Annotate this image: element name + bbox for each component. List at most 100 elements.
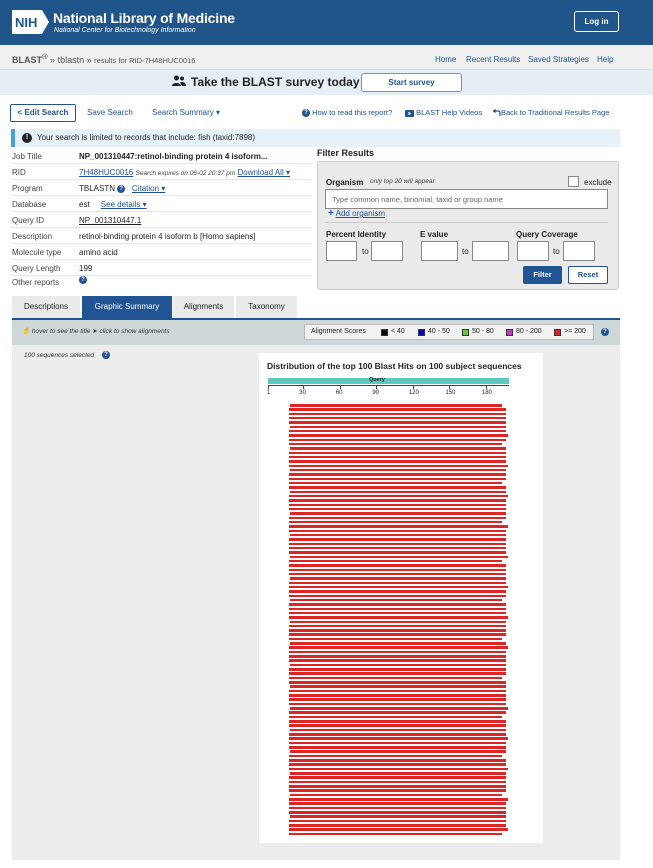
blast-hit-line[interactable] bbox=[289, 416, 506, 420]
blast-hit-line[interactable] bbox=[289, 473, 506, 476]
blast-hit-line[interactable] bbox=[289, 507, 506, 511]
blast-hit-line[interactable] bbox=[289, 798, 508, 801]
blast-hit-line[interactable] bbox=[289, 720, 506, 723]
blast-hit-line[interactable] bbox=[289, 408, 506, 411]
tab-descriptions[interactable]: Descriptions bbox=[12, 296, 80, 318]
blast-hit-line[interactable] bbox=[289, 629, 506, 632]
help-icon[interactable]: ? bbox=[601, 328, 609, 336]
blast-hit-line[interactable] bbox=[289, 451, 506, 455]
blast-hit-line[interactable] bbox=[289, 759, 506, 762]
e-value-max-input[interactable] bbox=[472, 241, 509, 261]
back-traditional-link[interactable]: Back to Traditional Results Page bbox=[492, 108, 609, 117]
blast-hit-line[interactable] bbox=[289, 819, 506, 823]
blast-hit-line[interactable] bbox=[289, 650, 506, 654]
nih-logo-icon[interactable]: NIH bbox=[12, 10, 49, 34]
blast-hit-line[interactable] bbox=[289, 559, 502, 563]
blast-hit-line[interactable] bbox=[289, 486, 506, 489]
blast-hit-line[interactable] bbox=[289, 616, 508, 619]
blast-hit-line[interactable] bbox=[290, 468, 506, 472]
blast-hit-line[interactable] bbox=[290, 512, 506, 515]
blast-hit-line[interactable] bbox=[289, 811, 506, 814]
blast-hit-line[interactable] bbox=[290, 425, 506, 429]
blast-hit-line[interactable] bbox=[289, 412, 506, 416]
filter-button[interactable]: Filter bbox=[523, 266, 562, 284]
blast-hit-line[interactable] bbox=[290, 685, 506, 688]
hit-distribution-canvas[interactable]: Distribution of the top 100 Blast Hits o… bbox=[259, 353, 543, 843]
nav-recent-link[interactable]: Recent Results bbox=[466, 55, 520, 64]
blast-hit-line[interactable] bbox=[290, 555, 508, 559]
tab-graphic-summary[interactable]: Graphic Summary bbox=[82, 296, 172, 318]
how-to-read-link[interactable]: ? How to read this report? bbox=[302, 108, 392, 118]
save-search-link[interactable]: Save Search bbox=[87, 108, 133, 117]
blast-hit-line[interactable] bbox=[290, 533, 506, 537]
blast-hit-line[interactable] bbox=[290, 577, 506, 580]
tab-taxonomy[interactable]: Taxonomy bbox=[236, 296, 297, 318]
blast-hit-line[interactable] bbox=[289, 733, 506, 736]
blast-hit-line[interactable] bbox=[289, 434, 508, 437]
blast-hit-line[interactable] bbox=[289, 603, 506, 606]
blast-hit-line[interactable] bbox=[290, 620, 506, 623]
query-coverage-max-input[interactable] bbox=[563, 241, 595, 261]
blast-hit-line[interactable] bbox=[289, 607, 506, 610]
blast-hit-line[interactable] bbox=[289, 499, 506, 502]
nav-help-link[interactable]: Help bbox=[597, 55, 613, 64]
tab-alignments[interactable]: Alignments bbox=[173, 296, 234, 318]
see-details-dropdown[interactable]: See details ▾ bbox=[101, 200, 147, 209]
blast-hit-line[interactable] bbox=[289, 525, 508, 528]
blast-hit-line[interactable] bbox=[289, 694, 506, 697]
blast-hit-line[interactable] bbox=[289, 715, 502, 719]
login-button[interactable]: Log in bbox=[574, 11, 619, 32]
download-all-dropdown[interactable]: Download All ▾ bbox=[237, 168, 290, 177]
blast-hit-line[interactable] bbox=[289, 564, 506, 567]
blast-hit-line[interactable] bbox=[289, 460, 506, 463]
blast-hit-line[interactable] bbox=[289, 624, 506, 628]
blast-hit-line[interactable] bbox=[289, 585, 508, 589]
blast-hit-line[interactable] bbox=[289, 633, 506, 636]
blast-hit-line[interactable] bbox=[289, 776, 506, 779]
blast-hit-line[interactable] bbox=[289, 668, 506, 671]
search-summary-dropdown[interactable]: Search Summary ▾ bbox=[152, 108, 220, 117]
blast-hit-line[interactable] bbox=[290, 728, 506, 732]
blast-hit-line[interactable] bbox=[289, 516, 506, 520]
blast-hit-line[interactable] bbox=[289, 828, 508, 831]
blast-hit-line[interactable] bbox=[289, 572, 506, 576]
blast-hit-line[interactable] bbox=[290, 663, 506, 667]
blast-hit-line[interactable] bbox=[290, 490, 506, 494]
help-icon[interactable]: ? bbox=[117, 184, 126, 193]
blast-hit-line[interactable] bbox=[290, 750, 506, 753]
reset-button[interactable]: Reset bbox=[568, 266, 608, 284]
rid-link[interactable]: 7H48HUC0016 bbox=[79, 168, 133, 177]
blast-hit-line[interactable] bbox=[289, 785, 506, 788]
query-bar[interactable] bbox=[268, 378, 509, 384]
blast-hit-line[interactable] bbox=[289, 477, 506, 481]
percent-identity-min-input[interactable] bbox=[326, 241, 357, 261]
blast-hit-line[interactable] bbox=[289, 520, 502, 524]
blast-hit-line[interactable] bbox=[289, 590, 506, 593]
blast-hit-line[interactable] bbox=[289, 689, 506, 693]
citation-dropdown[interactable]: Citation ▾ bbox=[132, 184, 165, 193]
help-videos-link[interactable]: BLAST Help Videos bbox=[405, 108, 482, 117]
blast-hit-line[interactable] bbox=[289, 659, 506, 662]
blast-hit-line[interactable] bbox=[289, 542, 506, 546]
blast-hit-line[interactable] bbox=[289, 702, 506, 706]
blast-hit-line[interactable] bbox=[290, 707, 508, 710]
blast-hit-line[interactable] bbox=[289, 637, 502, 641]
blast-hit-line[interactable] bbox=[289, 789, 506, 792]
nav-saved-link[interactable]: Saved Strategies bbox=[528, 55, 589, 64]
blast-hit-line[interactable] bbox=[289, 780, 506, 784]
blast-hit-line[interactable] bbox=[289, 698, 506, 701]
blast-hit-line[interactable] bbox=[289, 421, 506, 424]
blast-hit-line[interactable] bbox=[289, 681, 506, 684]
blast-hit-line[interactable] bbox=[289, 655, 506, 658]
blast-hit-line[interactable] bbox=[289, 594, 506, 598]
blast-hit-line[interactable] bbox=[290, 642, 506, 645]
e-value-min-input[interactable] bbox=[421, 241, 458, 261]
blast-hit-line[interactable] bbox=[289, 676, 502, 680]
organism-input[interactable]: Type common name, binomial, taxid or gro… bbox=[325, 189, 608, 209]
blast-hit-line[interactable] bbox=[289, 711, 506, 714]
blast-hit-line[interactable] bbox=[289, 646, 508, 649]
blast-hit-line[interactable] bbox=[289, 442, 502, 446]
blast-hit-line[interactable] bbox=[289, 832, 502, 836]
help-icon[interactable]: ? bbox=[79, 275, 87, 284]
blast-hit-line[interactable] bbox=[290, 772, 506, 775]
